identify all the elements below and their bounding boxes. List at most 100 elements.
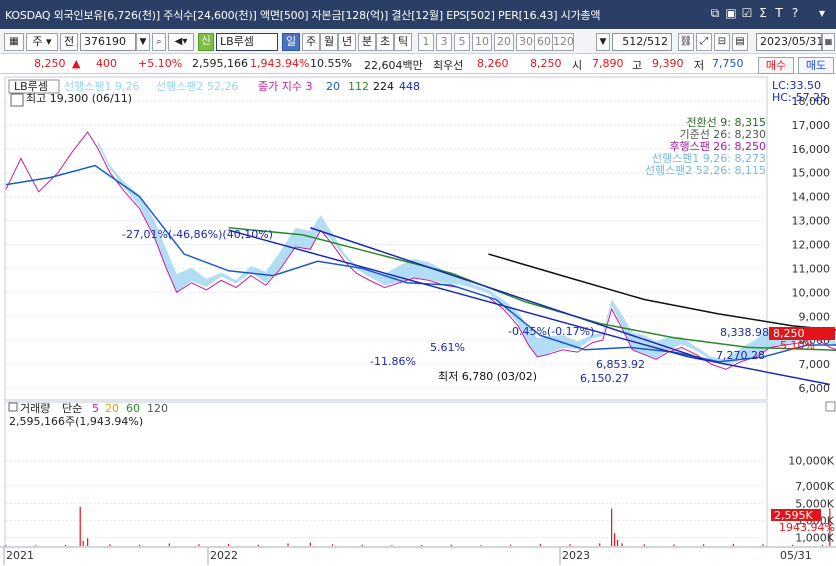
interval-10-button[interactable]: 10 xyxy=(472,33,492,51)
chevron-down-icon[interactable]: ▼ xyxy=(136,33,150,51)
speaker-icon[interactable]: ◀▾ xyxy=(168,33,194,51)
price-tick-label: 12,000 xyxy=(792,238,831,251)
interval-1-button[interactable]: 1 xyxy=(418,33,434,51)
up-arrow-icon: ▲ xyxy=(72,57,81,70)
price-tick-label: 17,000 xyxy=(792,119,831,132)
menu-icon[interactable]: ▾ xyxy=(815,6,829,21)
price-tick-label: 7,000 xyxy=(799,358,831,371)
code-input[interactable]: 376190 xyxy=(80,33,136,51)
credit-icon[interactable]: 신 xyxy=(198,33,214,51)
legend-close-index: 종가 지수 3 xyxy=(258,80,312,93)
calendar-icon[interactable] xyxy=(10,93,24,107)
turnover-pct: 10.55% xyxy=(310,57,352,70)
pref-label: 최우선 xyxy=(433,59,464,72)
window-icon[interactable]: ⧉ xyxy=(708,6,722,21)
interval-120-button[interactable]: 120 xyxy=(552,33,574,51)
volume-bar xyxy=(732,543,734,546)
volume-current-pct: 1943.94% xyxy=(779,521,835,534)
low-price: 7,750 xyxy=(712,57,744,70)
panel-close-icon[interactable] xyxy=(825,401,836,412)
volume-bar xyxy=(616,540,619,546)
time-label: 2023 xyxy=(562,549,590,562)
split-icon[interactable]: ⊟ xyxy=(714,33,730,51)
interval-3-button[interactable]: 3 xyxy=(436,33,452,51)
high-note: 최고 19,300 (06/11) xyxy=(26,92,132,105)
legend-ma112: 112 xyxy=(348,80,369,93)
volume-bar xyxy=(569,544,571,546)
checkbox-icon[interactable]: ☑ xyxy=(740,6,754,21)
volume-bar xyxy=(643,544,645,546)
legend-ma448: 448 xyxy=(399,80,420,93)
market-type-select[interactable]: 주 ▾ xyxy=(26,33,58,51)
link-icon[interactable]: ⛓ xyxy=(678,33,694,51)
price-tick-label: 15,000 xyxy=(792,167,831,180)
help-icon[interactable]: ? xyxy=(788,6,802,21)
annotation-change-4: 5.61% xyxy=(430,341,465,354)
interval-60-button[interactable]: 60 xyxy=(534,33,554,51)
period-year-button[interactable]: 년 xyxy=(338,33,356,51)
text-icon[interactable]: T xyxy=(772,6,786,21)
volume-bar xyxy=(35,545,37,546)
quote-bar: 8,250 ▲ 400 +5.10% 2,595,166 1,943.94% 1… xyxy=(0,55,836,74)
volume-bar xyxy=(309,542,311,546)
price-tick-label: 10,000 xyxy=(792,286,831,299)
current-price: 8,250 xyxy=(34,57,66,70)
interval-30-button[interactable]: 30 xyxy=(516,33,536,51)
legend-span2: 선행스팬2 52,26 xyxy=(156,80,238,93)
annotation-change-3: -11.86% xyxy=(370,355,416,368)
interval-5-button[interactable]: 5 xyxy=(454,33,470,51)
save-icon[interactable]: ▤ xyxy=(732,33,748,51)
search-icon[interactable]: ⌕ xyxy=(152,33,166,51)
volume-bar xyxy=(821,544,824,546)
sigma-icon[interactable]: Σ xyxy=(756,6,770,21)
count-field[interactable]: 512/512 xyxy=(612,33,672,51)
calendar-icon[interactable]: ▦ xyxy=(822,33,835,51)
period-minute-button[interactable]: 분 xyxy=(358,33,376,51)
open-price: 7,890 xyxy=(592,57,624,70)
volume-bar xyxy=(361,544,363,546)
period-tick-button[interactable]: 틱 xyxy=(394,33,412,51)
period-week-button[interactable]: 주 xyxy=(302,33,320,51)
volume-legend-box[interactable] xyxy=(8,402,18,412)
zoom-icon[interactable]: ⤢ xyxy=(696,33,712,51)
prefix-button[interactable]: 전 xyxy=(60,33,78,51)
leading-span2-value: 선행스팬2 52,26: 8,115 xyxy=(645,164,766,177)
date-field[interactable]: 2023/05/31 xyxy=(756,33,823,51)
high-price: 9,390 xyxy=(652,57,684,70)
time-label: 2021 xyxy=(6,549,34,562)
interval-20-button[interactable]: 20 xyxy=(494,33,514,51)
buy-button[interactable]: 매수 xyxy=(758,57,794,74)
chevron-down-icon[interactable]: ▼ xyxy=(596,33,610,51)
volume-ma5: 5 xyxy=(92,402,99,415)
price-tick-label: 13,000 xyxy=(792,215,831,228)
grid-icon[interactable]: ▦ xyxy=(4,33,24,51)
volume-ma60: 60 xyxy=(126,402,140,415)
stock-name-field[interactable]: LB루셈 xyxy=(216,33,278,51)
volume-bar xyxy=(421,544,423,546)
volume-bar xyxy=(480,545,482,546)
volume-bar xyxy=(168,543,170,546)
chart-area[interactable]: 6,000 7,000 8,000 9,000 10,000 11,000 12,000 13… xyxy=(0,75,836,566)
layout-icon[interactable]: ▣ xyxy=(724,6,738,21)
volume-bar xyxy=(611,508,613,546)
volume-bar xyxy=(64,544,66,546)
volume-bar xyxy=(287,543,289,546)
price-tick-label: 9,000 xyxy=(799,310,831,323)
volume-bar xyxy=(621,543,623,546)
chart-svg[interactable]: 6,0007,0008,0009,00010,00011,00012,00013… xyxy=(0,75,836,566)
period-month-button[interactable]: 월 xyxy=(320,33,338,51)
volume-legend-type: 단순 xyxy=(62,402,82,415)
volume-bar xyxy=(82,540,84,546)
period-second-button[interactable]: 초 xyxy=(376,33,394,51)
volume-bar xyxy=(138,544,141,546)
high-label: 고 xyxy=(632,59,643,72)
period-day-button[interactable]: 일 xyxy=(282,33,300,51)
title-bar: KOSDAQ 외국인보유[6,726(천)] 주식수[24,600(천)] 액면… xyxy=(0,0,836,29)
volume-bar xyxy=(450,544,452,546)
annotation-low-line: 6,150.27 xyxy=(580,372,629,385)
sell-button[interactable]: 매도 xyxy=(798,57,834,74)
chart-annotations: -27,01%(-46,86%)(40,10%) -0.45%(-0.17%) … xyxy=(122,228,769,385)
volume-bar xyxy=(5,545,7,546)
trendline xyxy=(228,229,690,358)
annotation-lower-line: 7,270.28 xyxy=(716,349,765,362)
